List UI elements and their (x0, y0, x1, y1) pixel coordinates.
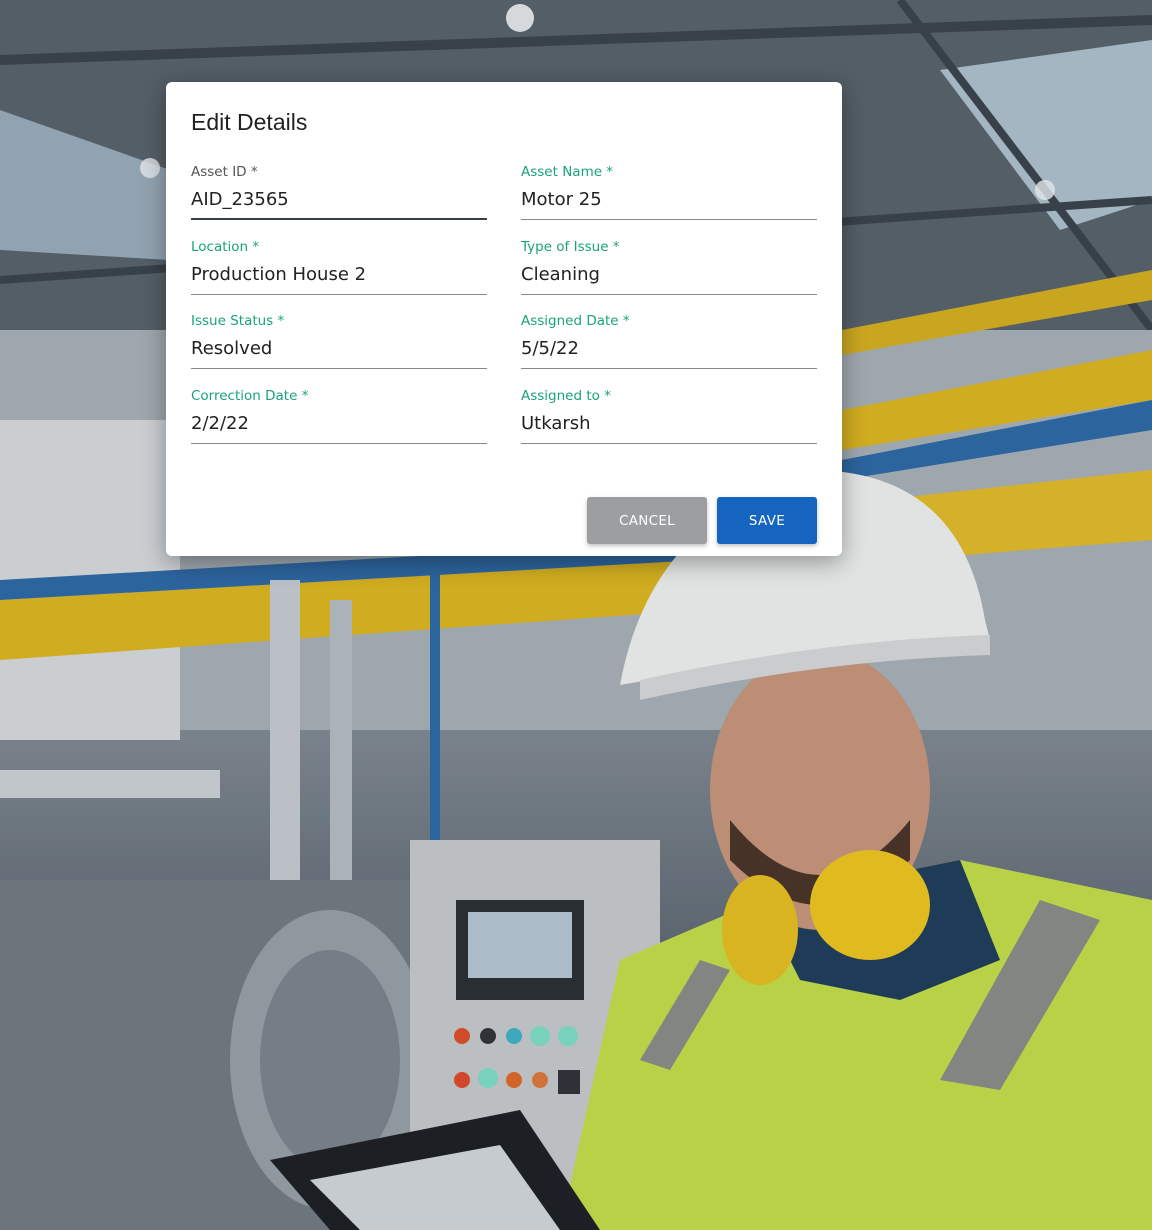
location-label: Location * (191, 239, 260, 255)
asset-name-label: Asset Name * (521, 164, 614, 180)
asset-name-field[interactable]: Asset Name * (521, 164, 817, 222)
type-of-issue-field[interactable]: Type of Issue * (521, 239, 817, 297)
save-button[interactable]: SAVE (717, 497, 817, 544)
issue-status-field[interactable]: Issue Status * (191, 313, 487, 371)
edit-details-dialog: Edit Details Asset ID * Asset Name * Loc… (166, 82, 842, 556)
assigned-to-field[interactable]: Assigned to * (521, 388, 817, 446)
assigned-date-underline (521, 368, 817, 369)
asset-name-input[interactable] (521, 186, 817, 214)
asset-id-input[interactable] (191, 186, 487, 214)
assigned-to-underline (521, 443, 817, 444)
assigned-date-input[interactable] (521, 335, 817, 363)
correction-date-field[interactable]: Correction Date * (191, 388, 487, 446)
issue-status-underline (191, 368, 487, 369)
assigned-date-field[interactable]: Assigned Date * (521, 313, 817, 371)
issue-status-input[interactable] (191, 335, 487, 363)
type-of-issue-label: Type of Issue * (521, 239, 620, 255)
type-of-issue-input[interactable] (521, 261, 817, 289)
dialog-title: Edit Details (191, 109, 308, 135)
location-underline (191, 294, 487, 295)
assigned-date-label: Assigned Date * (521, 313, 630, 329)
issue-status-label: Issue Status * (191, 313, 285, 329)
assigned-to-input[interactable] (521, 410, 817, 438)
correction-date-label: Correction Date * (191, 388, 309, 404)
correction-date-input[interactable] (191, 410, 487, 438)
asset-id-label: Asset ID * (191, 164, 258, 180)
assigned-to-label: Assigned to * (521, 388, 611, 404)
asset-id-field[interactable]: Asset ID * (191, 164, 487, 222)
location-input[interactable] (191, 261, 487, 289)
cancel-button[interactable]: CANCEL (587, 497, 707, 544)
type-of-issue-underline (521, 294, 817, 295)
asset-name-underline (521, 219, 817, 220)
location-field[interactable]: Location * (191, 239, 487, 297)
asset-id-underline (191, 218, 487, 220)
correction-date-underline (191, 443, 487, 444)
